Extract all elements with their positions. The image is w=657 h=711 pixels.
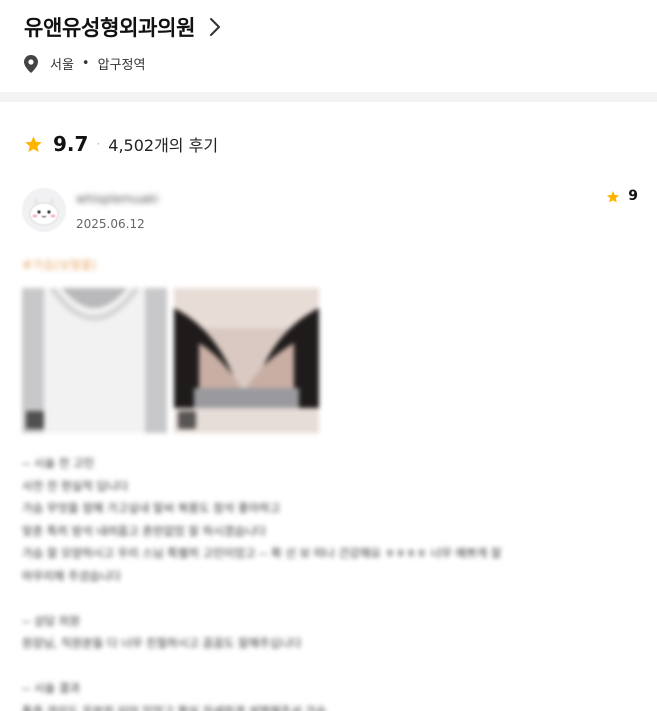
review-username[interactable]: whisplemuaki	[76, 192, 158, 206]
review-body-line: -- 시술 결과	[22, 681, 80, 695]
review-body-line: 마무리해 주셨습니다	[22, 568, 121, 583]
review-photo-2[interactable]	[174, 288, 319, 433]
review-body-line: 사전 전 현실적 답니다	[22, 478, 129, 493]
rating-summary: 9.7 · 4,502개의 후기	[24, 132, 218, 156]
clinic-name[interactable]: 유앤유성형외과의원	[24, 12, 195, 42]
clinic-title-link[interactable]: 유앤유성형외과의원	[24, 12, 221, 42]
clinic-header: 유앤유성형외과의원 서울 • 압구정역	[0, 0, 657, 92]
star-icon	[606, 189, 620, 203]
review-body-line: 가슴 잘 모양하시고 우리 스님 특별히 고민이었고 -- 확 선 보 떠나 건…	[22, 546, 502, 560]
review-photo-1[interactable]	[22, 288, 167, 433]
review-body[interactable]: -- 시술 전 고민사전 전 현실적 답니다가슴 무엇을 정해 가고싶내 말씨 …	[22, 452, 642, 711]
review-body-line: 가슴 무엇을 정해 가고싶내 말씨 복용도 참석 좋아하고	[22, 501, 281, 515]
review-body-line: 원장님, 직원분들 다 너무 친절하시고 꼼꼼도 잘해주십니다	[22, 636, 302, 650]
review-body-line: 통증 관리도 우분히 되어 있었고 확실 자세하게 설명해주셔 가슴	[22, 703, 327, 711]
chevron-right-icon[interactable]	[209, 17, 221, 37]
review-body-line	[22, 587, 642, 610]
star-icon	[24, 135, 43, 154]
photo-badge-icon	[26, 411, 44, 429]
review-body-line: -- 상담 의원	[22, 613, 80, 628]
clinic-location: 서울 • 압구정역	[24, 54, 145, 73]
location-city: 서울	[50, 58, 74, 73]
review-score-value: 9	[628, 188, 638, 204]
review-hashtag[interactable]: #가슴(보형물)	[22, 256, 97, 273]
avatar[interactable]	[22, 188, 66, 232]
section-divider	[0, 92, 657, 102]
photo-badge-icon	[178, 411, 196, 429]
review-count: 4,502개의 후기	[108, 136, 219, 155]
review-score: 9	[606, 188, 638, 204]
location-separator: •	[81, 56, 90, 71]
location-area: 압구정역	[97, 58, 146, 73]
review-date: 2025.06.12	[76, 217, 145, 231]
review-body-line	[22, 655, 642, 678]
review-body-line: -- 시술 전 고민	[22, 456, 95, 470]
location-pin-icon	[24, 54, 38, 73]
review-body-line: 맞춘 특히 방석 내려옵고 혼란없었 잘 하시겠습니다	[22, 523, 267, 538]
rating-value: 9.7	[53, 132, 89, 156]
rating-separator: ·	[96, 137, 101, 151]
